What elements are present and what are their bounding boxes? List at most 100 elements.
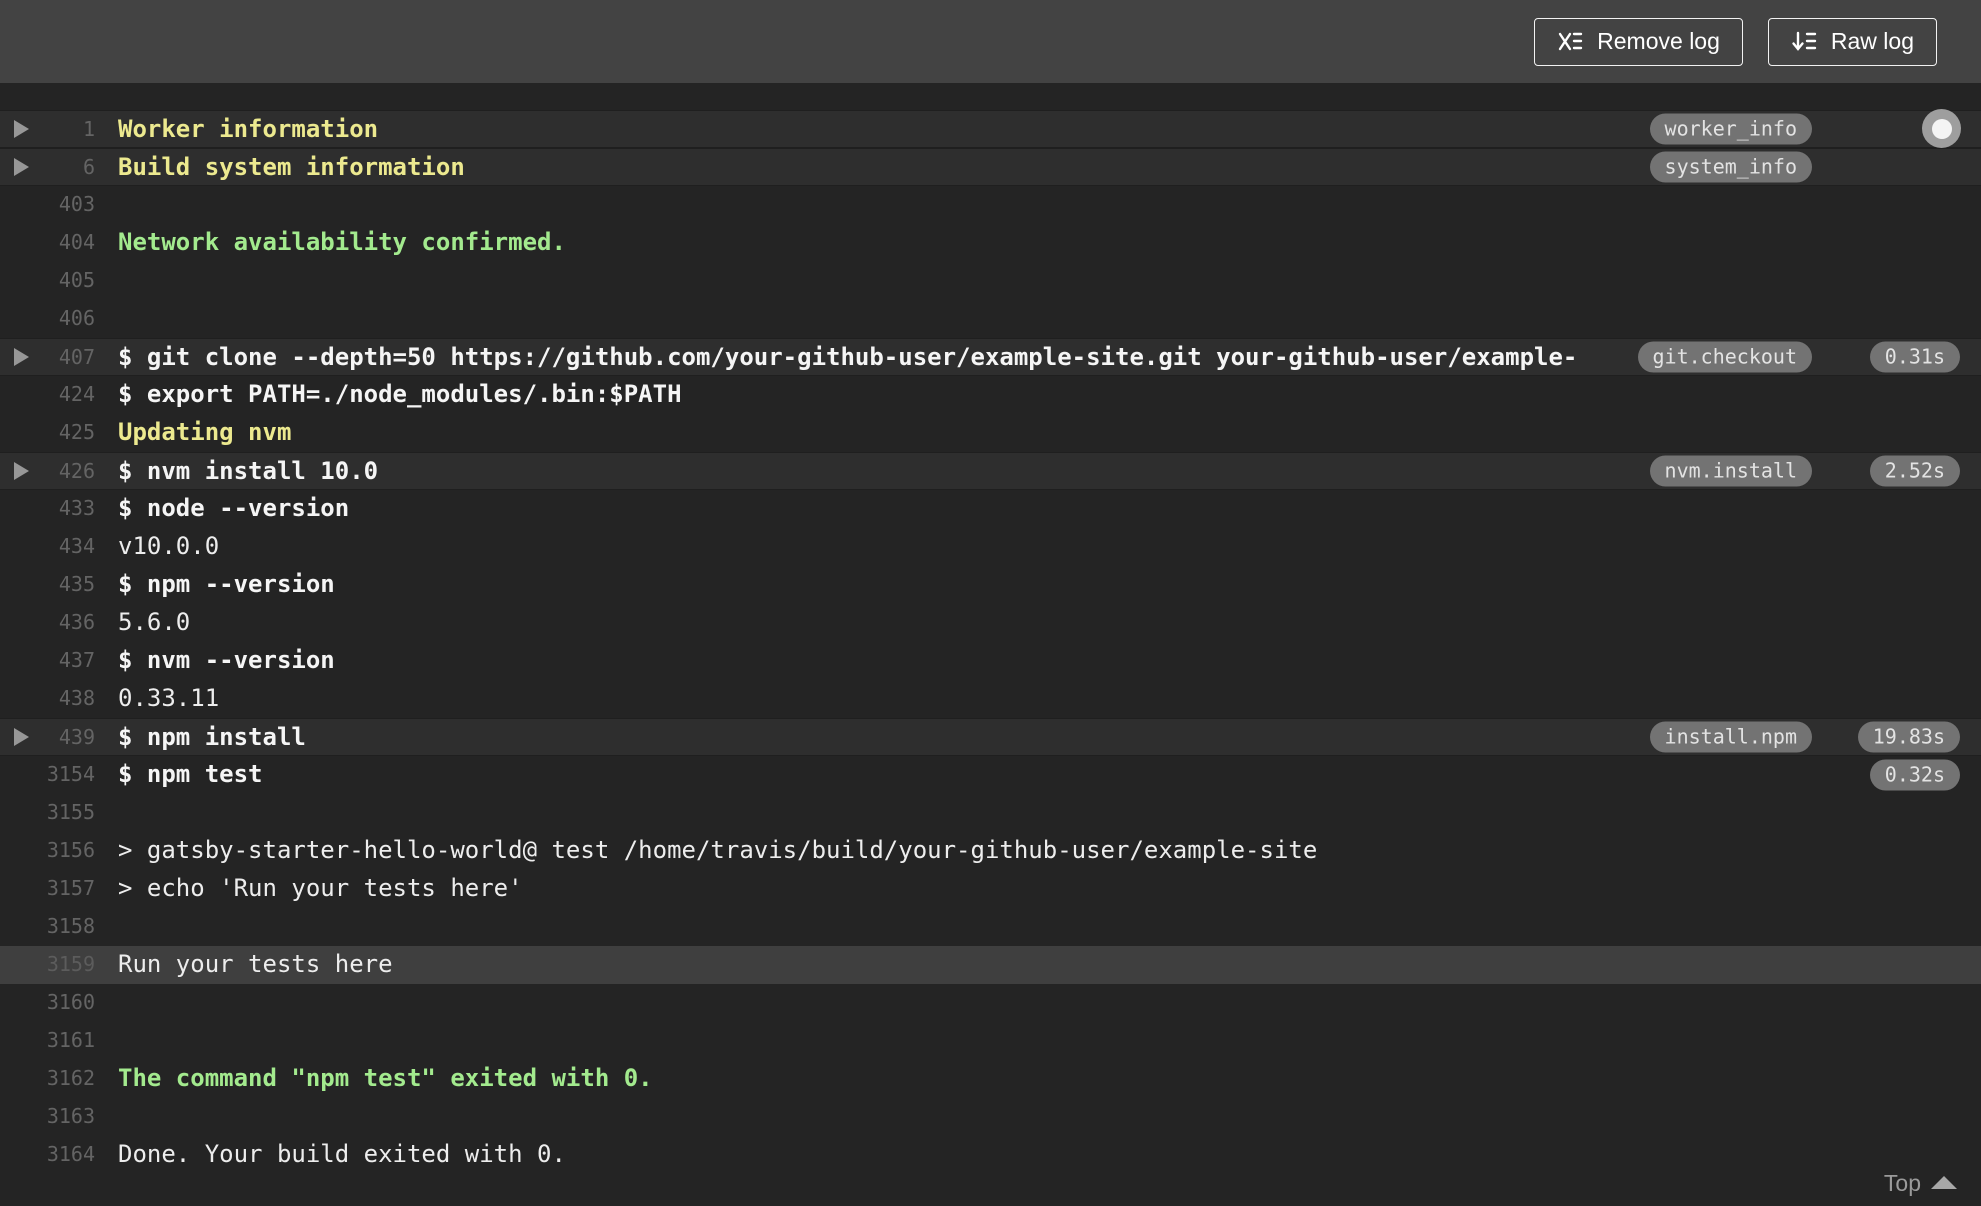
log-line: 404 Network availability confirmed. bbox=[0, 224, 1981, 262]
line-number[interactable]: 407 bbox=[0, 339, 95, 375]
line-text: The command "npm test" exited with 0. bbox=[118, 1064, 653, 1092]
line-number[interactable]: 3154 bbox=[0, 756, 95, 794]
log-line: 3154 $ npm test 0.32s bbox=[0, 756, 1981, 794]
log-line: 3163 bbox=[0, 1098, 1981, 1136]
fold-name-badge: system_info bbox=[1649, 151, 1812, 183]
line-number[interactable]: 3158 bbox=[0, 908, 95, 946]
raw-log-button[interactable]: Raw log bbox=[1767, 17, 1937, 66]
remove-log-icon bbox=[1557, 28, 1584, 55]
log-line: 3156 > gatsby-starter-hello-world@ test /… bbox=[0, 832, 1981, 870]
remove-log-label: Remove log bbox=[1597, 28, 1720, 54]
line-number[interactable]: 3161 bbox=[0, 1022, 95, 1060]
log-line: 438 0.33.11 bbox=[0, 680, 1981, 718]
fold-name-badge: nvm.install bbox=[1649, 455, 1812, 487]
top-arrow-icon bbox=[1931, 1176, 1957, 1189]
line-number[interactable]: 437 bbox=[0, 642, 95, 680]
line-number[interactable]: 3159 bbox=[0, 946, 95, 984]
line-number[interactable]: 406 bbox=[0, 300, 95, 338]
fold-name-badge: install.npm bbox=[1649, 721, 1812, 753]
line-text: 5.6.0 bbox=[118, 608, 191, 636]
line-number[interactable]: 424 bbox=[0, 376, 95, 414]
log-line: 3164 Done. Your build exited with 0. bbox=[0, 1136, 1981, 1174]
log-line: 3158 bbox=[0, 908, 1981, 946]
line-number[interactable]: 1 bbox=[0, 111, 95, 147]
log-line[interactable]: 1 Worker information worker_info bbox=[0, 110, 1981, 148]
duration-badge: 19.83s bbox=[1857, 721, 1960, 753]
log-line: 437 $ nvm --version bbox=[0, 642, 1981, 680]
log-viewer: 1 Worker information worker_info 6 Build sys… bbox=[0, 83, 1981, 1206]
line-number[interactable]: 404 bbox=[0, 224, 95, 262]
line-number[interactable]: 3164 bbox=[0, 1136, 95, 1174]
duration-badge: 0.32s bbox=[1869, 759, 1960, 791]
line-number[interactable]: 425 bbox=[0, 414, 95, 452]
line-number[interactable]: 405 bbox=[0, 262, 95, 300]
log-line[interactable]: 426 $ nvm install 10.0 nvm.install 2.52s bbox=[0, 452, 1981, 490]
line-number[interactable]: 3160 bbox=[0, 984, 95, 1022]
log-line: 3155 bbox=[0, 794, 1981, 832]
line-text: v10.0.0 bbox=[118, 532, 220, 560]
line-number[interactable]: 434 bbox=[0, 528, 95, 566]
log-toolbar: Remove log Raw log bbox=[0, 0, 1981, 83]
log-line: 433 $ node --version bbox=[0, 490, 1981, 528]
line-number[interactable]: 439 bbox=[0, 719, 95, 755]
line-text bbox=[118, 1098, 1975, 1136]
line-text: $ export PATH=./node_modules/.bin:$PATH bbox=[118, 380, 682, 408]
line-text: Run your tests here bbox=[118, 950, 393, 978]
raw-log-label: Raw log bbox=[1830, 28, 1914, 54]
line-text: > echo 'Run your tests here' bbox=[118, 874, 523, 902]
log-line[interactable]: 439 $ npm install install.npm 19.83s bbox=[0, 718, 1981, 756]
log-line: 405 bbox=[0, 262, 1981, 300]
scroll-indicator[interactable] bbox=[1922, 109, 1961, 148]
line-number[interactable]: 436 bbox=[0, 604, 95, 642]
line-number[interactable]: 438 bbox=[0, 680, 95, 718]
fold-name-badge: worker_info bbox=[1649, 113, 1812, 145]
line-number[interactable]: 3157 bbox=[0, 870, 95, 908]
raw-log-icon bbox=[1791, 28, 1818, 55]
log-line: 3157 > echo 'Run your tests here' bbox=[0, 870, 1981, 908]
log-line: 3161 bbox=[0, 1022, 1981, 1060]
line-text bbox=[118, 908, 1975, 946]
line-text: $ node --version bbox=[118, 494, 350, 522]
log-line: 436 5.6.0 bbox=[0, 604, 1981, 642]
line-text bbox=[118, 186, 1975, 224]
log-line[interactable]: 407 $ git clone --depth=50 https://github… bbox=[0, 338, 1981, 376]
line-number[interactable]: 3163 bbox=[0, 1098, 95, 1136]
line-text bbox=[118, 794, 1975, 832]
line-text: Done. Your build exited with 0. bbox=[118, 1140, 566, 1168]
line-text bbox=[118, 984, 1975, 1022]
log-line: 434 v10.0.0 bbox=[0, 528, 1981, 566]
log-line: 424 $ export PATH=./node_modules/.bin:$PA… bbox=[0, 376, 1981, 414]
duration-badge: 0.31s bbox=[1869, 341, 1960, 373]
log-line: 3162 The command "npm test" exited with 0… bbox=[0, 1060, 1981, 1098]
line-text bbox=[118, 1022, 1975, 1060]
line-number[interactable]: 3155 bbox=[0, 794, 95, 832]
line-number[interactable]: 435 bbox=[0, 566, 95, 604]
log-line: 403 bbox=[0, 186, 1981, 224]
line-text: Network availability confirmed. bbox=[118, 228, 566, 256]
line-text: Updating nvm bbox=[118, 418, 292, 446]
line-text: $ npm --version bbox=[118, 570, 335, 598]
line-text bbox=[118, 262, 1975, 300]
log-line: 425 Updating nvm bbox=[0, 414, 1981, 452]
line-number[interactable]: 3162 bbox=[0, 1060, 95, 1098]
fold-name-badge: git.checkout bbox=[1637, 341, 1812, 373]
log-line: 3160 bbox=[0, 984, 1981, 1022]
line-text: $ npm test bbox=[118, 760, 263, 788]
top-link-label: Top bbox=[1883, 1170, 1921, 1196]
line-number[interactable]: 426 bbox=[0, 453, 95, 489]
duration-badge: 2.52s bbox=[1869, 455, 1960, 487]
line-text: 0.33.11 bbox=[118, 684, 220, 712]
line-text bbox=[118, 300, 1975, 338]
build-log-screen: Remove log Raw log 1 Worker information wo… bbox=[0, 0, 1981, 1206]
top-link[interactable]: Top bbox=[1884, 1170, 1957, 1197]
log-line: 435 $ npm --version bbox=[0, 566, 1981, 604]
log-line: 3159 Run your tests here bbox=[0, 946, 1981, 984]
line-text: $ nvm --version bbox=[118, 646, 335, 674]
line-text: > gatsby-starter-hello-world@ test /home… bbox=[118, 836, 1318, 864]
remove-log-button[interactable]: Remove log bbox=[1534, 17, 1743, 66]
line-number[interactable]: 433 bbox=[0, 490, 95, 528]
log-line[interactable]: 6 Build system information system_info bbox=[0, 148, 1981, 186]
line-number[interactable]: 3156 bbox=[0, 832, 95, 870]
line-number[interactable]: 403 bbox=[0, 186, 95, 224]
line-number[interactable]: 6 bbox=[0, 149, 95, 185]
